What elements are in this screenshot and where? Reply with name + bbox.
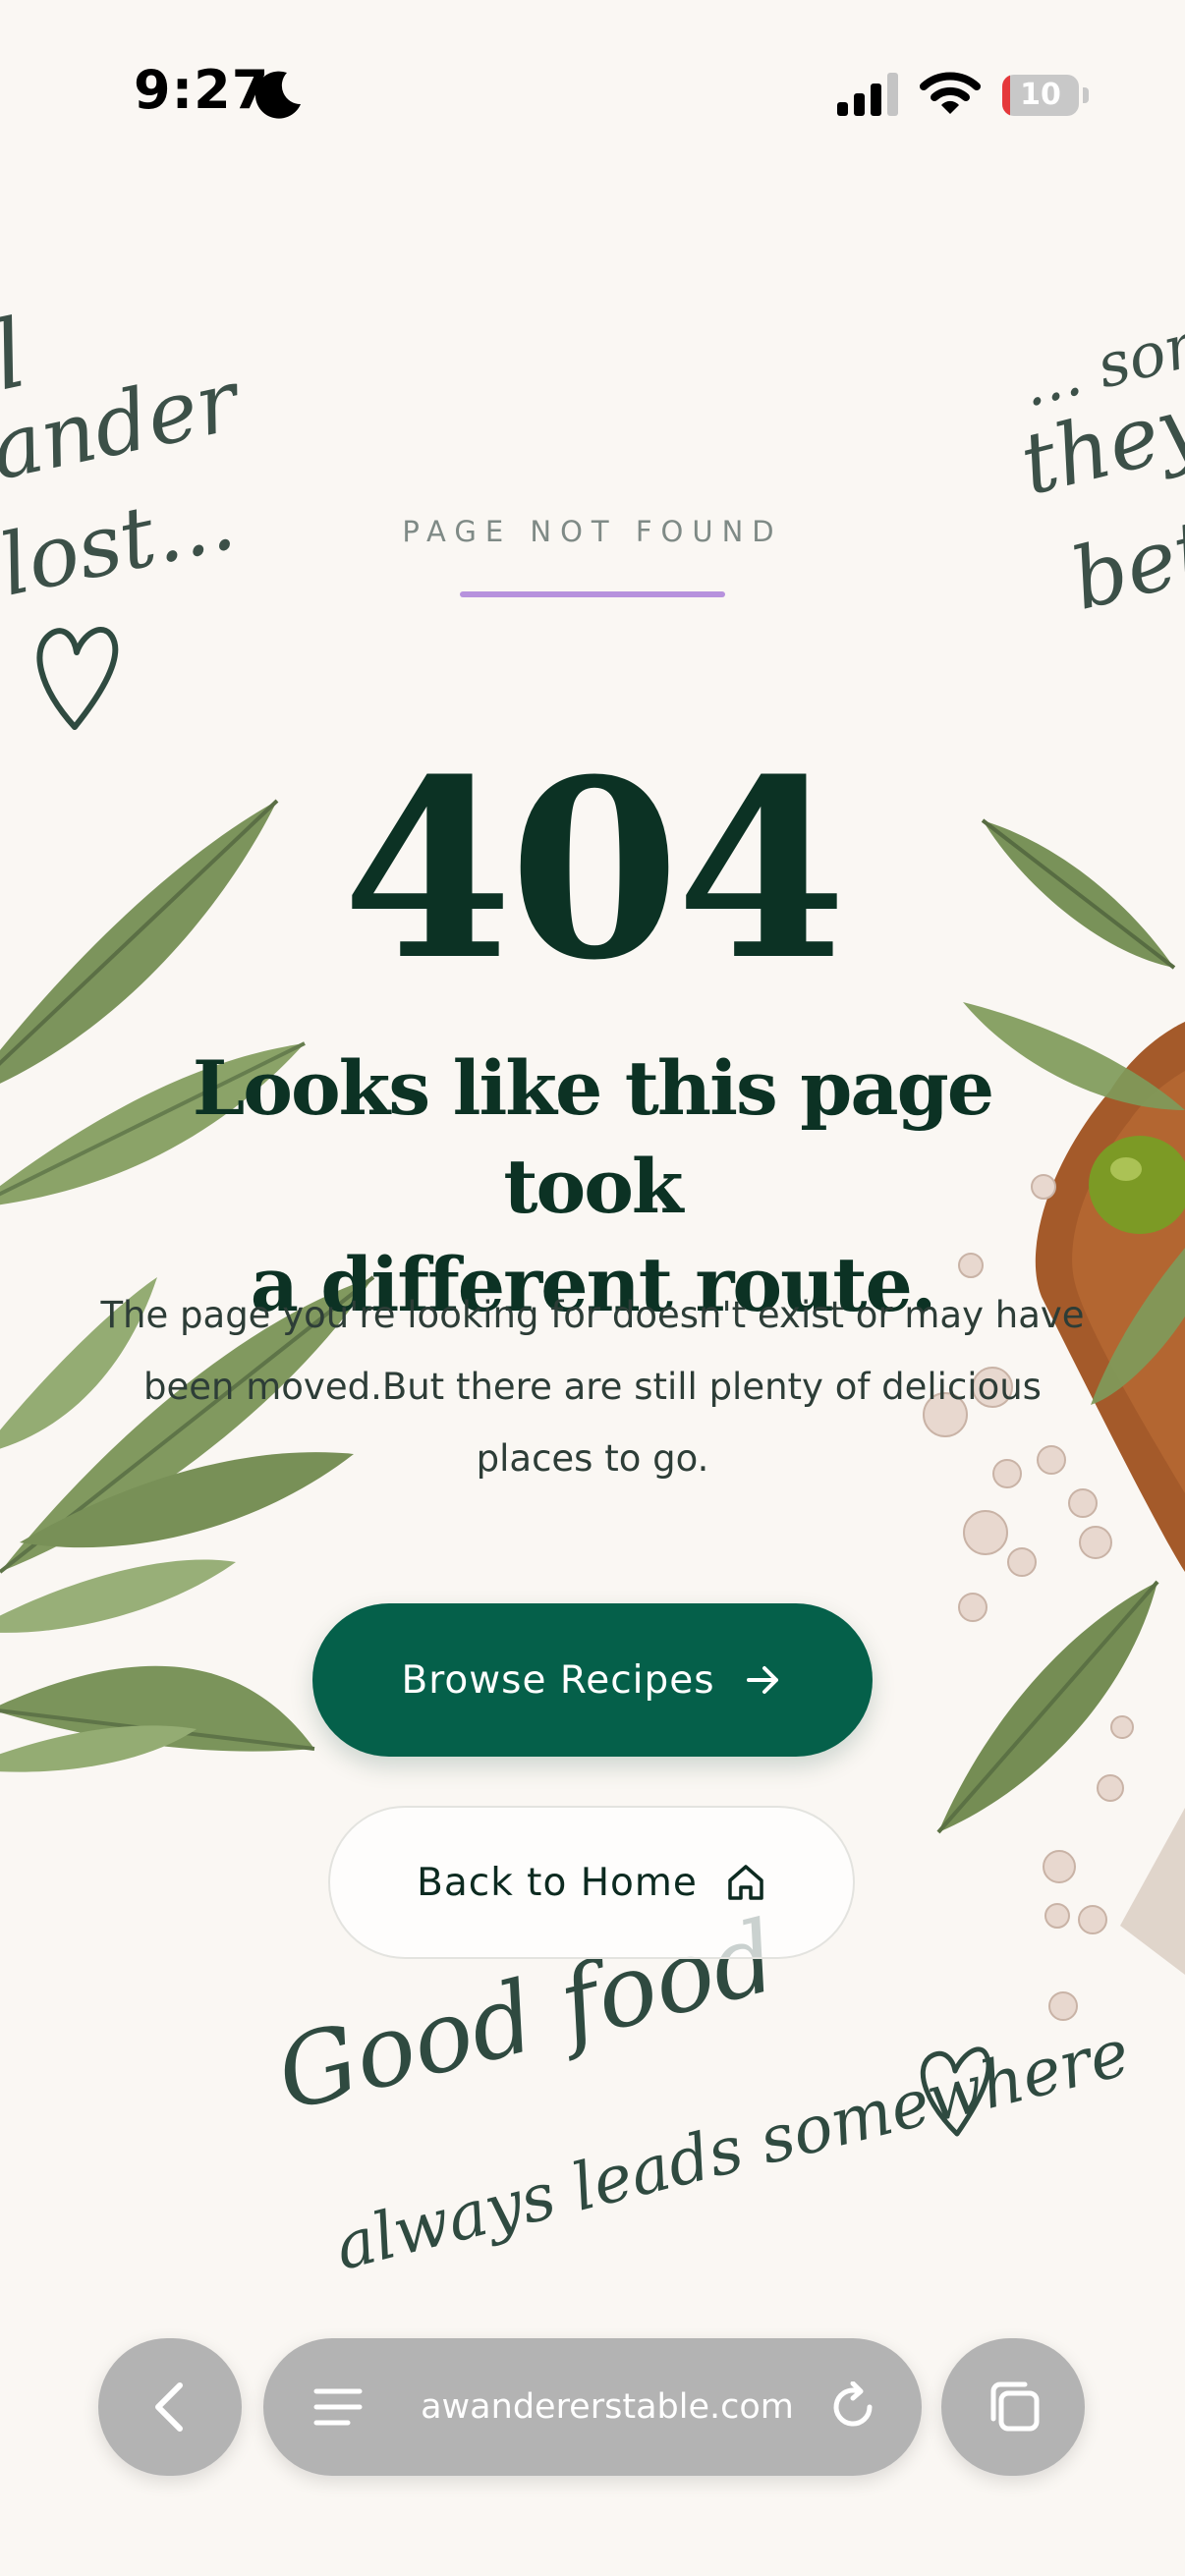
arrow-right-icon <box>746 1666 778 1694</box>
chevron-left-icon <box>155 2382 183 2432</box>
home-icon <box>728 1865 763 1900</box>
browse-recipes-label: Browse Recipes <box>401 1657 715 1703</box>
tabs-button[interactable] <box>941 2338 1085 2476</box>
script-left-a: l <box>0 298 35 412</box>
browser-back-button[interactable] <box>98 2338 242 2476</box>
script-left-b: ander <box>0 351 252 500</box>
back-to-home-label: Back to Home <box>417 1860 698 1905</box>
headline-line-1: Looks like this page took <box>192 1044 994 1230</box>
script-right-a: ... som <box>1015 303 1185 421</box>
heart-icon-bottom <box>920 2046 991 2137</box>
page-description: The page you're looking for doesn't exis… <box>90 1279 1095 1494</box>
page-not-found-eyebrow: PAGE NOT FOUND <box>402 515 783 548</box>
script-bottom-line2: always leads somewhere <box>328 2014 1137 2284</box>
address-bar[interactable]: awandererstable.com <box>263 2338 922 2476</box>
eyebrow-underline <box>460 591 725 597</box>
battery-percentage: 10 <box>1020 78 1061 112</box>
tabs-icon <box>990 2381 1040 2432</box>
description-line-1: The page you're looking for doesn't exis… <box>100 1294 1085 1336</box>
wifi-icon <box>920 72 981 114</box>
moon-icon <box>254 71 301 119</box>
script-right-c: bett <box>1062 492 1185 629</box>
url-text[interactable]: awandererstable.com <box>411 2338 804 2476</box>
error-code: 404 <box>342 725 847 1014</box>
back-to-home-button[interactable]: Back to Home <box>328 1806 855 1959</box>
heart-icon-left <box>36 627 119 730</box>
browse-recipes-button[interactable]: Browse Recipes <box>312 1603 873 1757</box>
script-right-b: they <box>1011 374 1185 515</box>
battery-icon: 10 <box>1002 75 1089 116</box>
signal-icon <box>837 73 898 116</box>
olive-image <box>1089 1136 1185 1234</box>
status-time: 9:27 <box>134 59 270 121</box>
status-bar: 9:27 10 <box>0 0 1185 187</box>
menu-icon[interactable] <box>312 2383 364 2431</box>
description-line-3: places to go. <box>476 1437 709 1480</box>
reload-icon[interactable] <box>827 2381 878 2433</box>
description-line-2: been moved.But there are still plenty of… <box>143 1366 1042 1408</box>
